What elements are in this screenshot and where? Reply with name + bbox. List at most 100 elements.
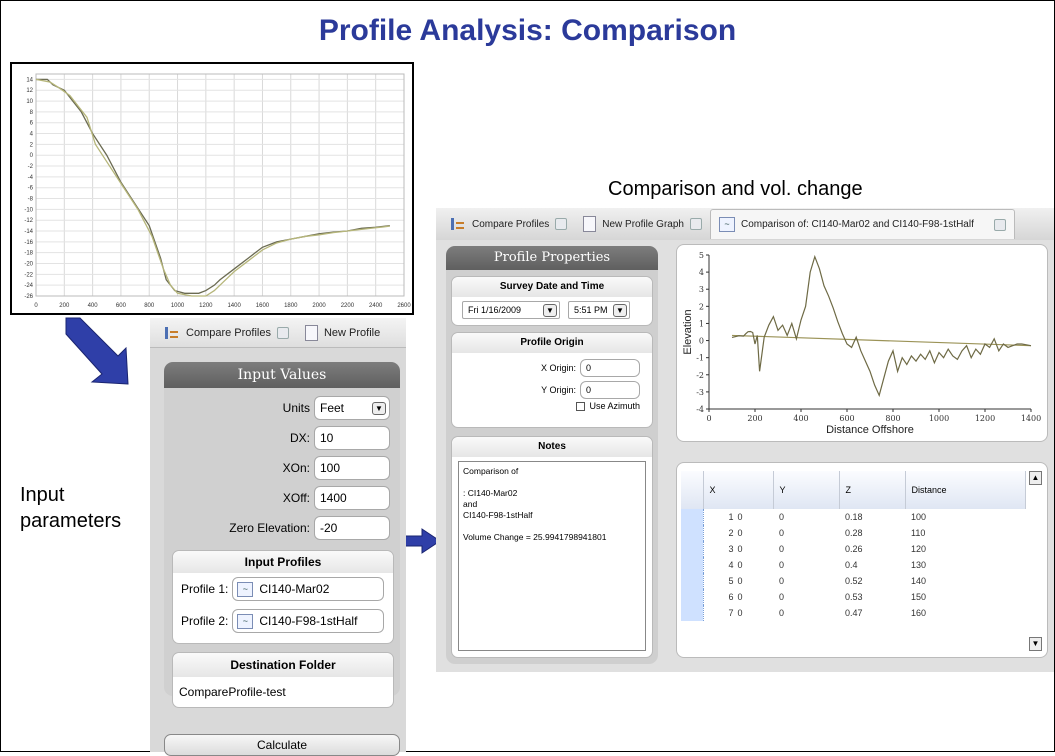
overview-profile-chart: 0 200 400 600 800 1000 1200 1400 1600 1800 2000 220… — [10, 62, 414, 315]
y-tick-label: 4 — [30, 132, 34, 138]
table-row[interactable]: 7 0 0 0.47 160 — [681, 605, 1026, 621]
tab-close-icon[interactable] — [555, 218, 568, 230]
table-row[interactable]: 6 0 0 0.53 150 — [681, 589, 1026, 605]
dx-input[interactable]: 10 — [314, 426, 390, 450]
y-origin-input[interactable]: 0 — [580, 381, 640, 399]
document-icon — [583, 216, 597, 232]
table-scrollbar[interactable]: ▲ ▼ — [1029, 471, 1043, 651]
cell-x-value: 0 — [737, 576, 743, 586]
y-tick-label: 2 — [30, 142, 34, 148]
x-tick-label: 1200 — [199, 303, 213, 309]
date-picker[interactable]: Fri 1/16/2009 ▼ — [462, 301, 560, 319]
y-tick-label: -3 — [696, 388, 704, 397]
units-label: Units — [282, 401, 310, 415]
y-axis-label: Elevation — [682, 309, 694, 354]
column-header-z[interactable]: Z — [839, 471, 906, 509]
profile1-field[interactable]: ~ CI140-Mar02 — [232, 577, 385, 601]
table-row[interactable]: 5 0 0 0.52 140 — [681, 573, 1026, 589]
cell-x-value: 0 — [737, 512, 743, 522]
data-table: X Y Z Distance 1 0 0 0.18 100 2 0 0 0.28 110 3 0 0 0.… — [681, 471, 1026, 621]
table-row[interactable]: 2 0 0 0.28 110 — [681, 525, 1026, 541]
y-tick-label: -12 — [24, 218, 33, 224]
x-origin-label: X Origin: — [540, 363, 576, 373]
cell-x: 70 — [703, 605, 773, 621]
profile2-field[interactable]: ~ CI140-F98-1stHalf — [232, 609, 385, 633]
x-tick-label: 400 — [88, 303, 99, 309]
row-header-cell[interactable] — [681, 605, 704, 621]
cell-z: 0.26 — [845, 544, 863, 554]
zero-elevation-input[interactable]: -20 — [314, 516, 390, 540]
x-tick-label: 1400 — [227, 303, 241, 309]
cell-z: 0.53 — [845, 592, 863, 602]
tab-close-icon[interactable] — [993, 218, 1006, 231]
tab-compare-profiles[interactable]: Compare Profiles — [442, 209, 575, 239]
table-row[interactable]: 4 0 0 0.4 130 — [681, 557, 1026, 573]
notes-line: Volume Change = 25.9941798941801 — [463, 532, 607, 542]
tab-comparison[interactable]: ~ Comparison of: CI140-Mar02 and CI140-F… — [709, 209, 1015, 239]
tab-new-profile[interactable]: New Profile — [297, 318, 388, 348]
chevron-down-icon[interactable]: ▼ — [613, 303, 627, 317]
x-tick-label: 400 — [793, 414, 808, 423]
column-header-y[interactable]: Y — [773, 471, 840, 509]
row-header-cell[interactable] — [681, 525, 704, 541]
chevron-down-icon[interactable]: ▼ — [372, 401, 386, 415]
table-header-row: X Y Z Distance — [681, 471, 1026, 509]
cell-distance: 140 — [911, 576, 927, 586]
profile2-row: Profile 2: ~ CI140-F98-1stHalf — [173, 605, 393, 637]
row-index: 3 — [728, 544, 734, 554]
y-tick-label: 6 — [30, 121, 34, 127]
y-tick-label: 3 — [699, 285, 704, 294]
x-tick-label: 2600 — [397, 303, 411, 309]
scroll-up-icon[interactable]: ▲ — [1029, 471, 1042, 485]
profile-graph-icon: ~ — [718, 217, 735, 232]
row-header-cell[interactable] — [681, 589, 704, 605]
x-tick-label: 600 — [839, 414, 854, 423]
row-header-cell[interactable] — [681, 573, 704, 589]
comparison-caption: Comparison and vol. change — [608, 178, 863, 200]
notes-section: Notes Comparison of : CI140-Mar02 and CI… — [451, 436, 653, 658]
chevron-down-icon[interactable]: ▼ — [543, 303, 557, 317]
y-tick-label: -20 — [24, 262, 33, 268]
x-tick-label: 2400 — [369, 303, 383, 309]
table-row[interactable]: 3 0 0 0.26 120 — [681, 541, 1026, 557]
tab-new-profile-graph[interactable]: New Profile Graph — [575, 209, 710, 239]
xon-label: XOn: — [282, 461, 310, 475]
xoff-label: XOff: — [282, 491, 310, 505]
row-header-cell[interactable] — [681, 557, 704, 573]
xon-row: XOn: 100 — [283, 456, 390, 480]
xon-input[interactable]: 100 — [314, 456, 390, 480]
profile-properties-panel: Profile Properties Survey Date and Time … — [446, 246, 658, 664]
destination-folder-value[interactable]: CompareProfile-test — [173, 677, 393, 707]
cell-z: 0.28 — [845, 528, 863, 538]
y-tick-label: -4 — [28, 175, 34, 181]
tab-compare-profiles[interactable]: Compare Profiles — [156, 318, 297, 348]
cell-distance: 150 — [911, 592, 927, 602]
cell-x-value: 0 — [737, 592, 743, 602]
y-tick-label: -2 — [28, 164, 34, 170]
y-tick-label: 0 — [699, 337, 704, 346]
use-azimuth-checkbox[interactable] — [576, 401, 586, 411]
calculate-button[interactable]: Calculate — [164, 734, 400, 756]
units-select[interactable]: Feet ▼ — [314, 396, 390, 420]
zero-elevation-row: Zero Elevation: -20 — [229, 516, 390, 540]
cell-y: 0 — [779, 576, 785, 586]
xoff-input[interactable]: 1400 — [314, 486, 390, 510]
time-picker[interactable]: 5:51 PM ▼ — [568, 301, 630, 319]
row-header-cell[interactable] — [681, 541, 704, 557]
y-tick-label: -8 — [28, 197, 34, 203]
cell-x-value: 0 — [737, 544, 743, 554]
column-header-x[interactable]: X — [703, 471, 774, 509]
profile-properties-title: Profile Properties — [446, 246, 658, 270]
scroll-down-icon[interactable]: ▼ — [1029, 637, 1042, 651]
tab-close-icon[interactable] — [276, 326, 289, 339]
x-tick-label: 0 — [706, 414, 711, 423]
cell-distance: 110 — [911, 528, 926, 538]
tab-close-icon[interactable] — [689, 218, 702, 230]
cell-z: 0.18 — [845, 512, 863, 522]
x-origin-input[interactable]: 0 — [580, 359, 640, 377]
tab-label: Compare Profiles — [186, 326, 271, 339]
notes-textarea[interactable]: Comparison of : CI140-Mar02 and CI140-F9… — [458, 461, 646, 651]
table-row[interactable]: 1 0 0 0.18 100 — [681, 509, 1026, 525]
column-header-distance[interactable]: Distance — [905, 471, 1026, 509]
row-header-cell[interactable] — [681, 509, 704, 525]
